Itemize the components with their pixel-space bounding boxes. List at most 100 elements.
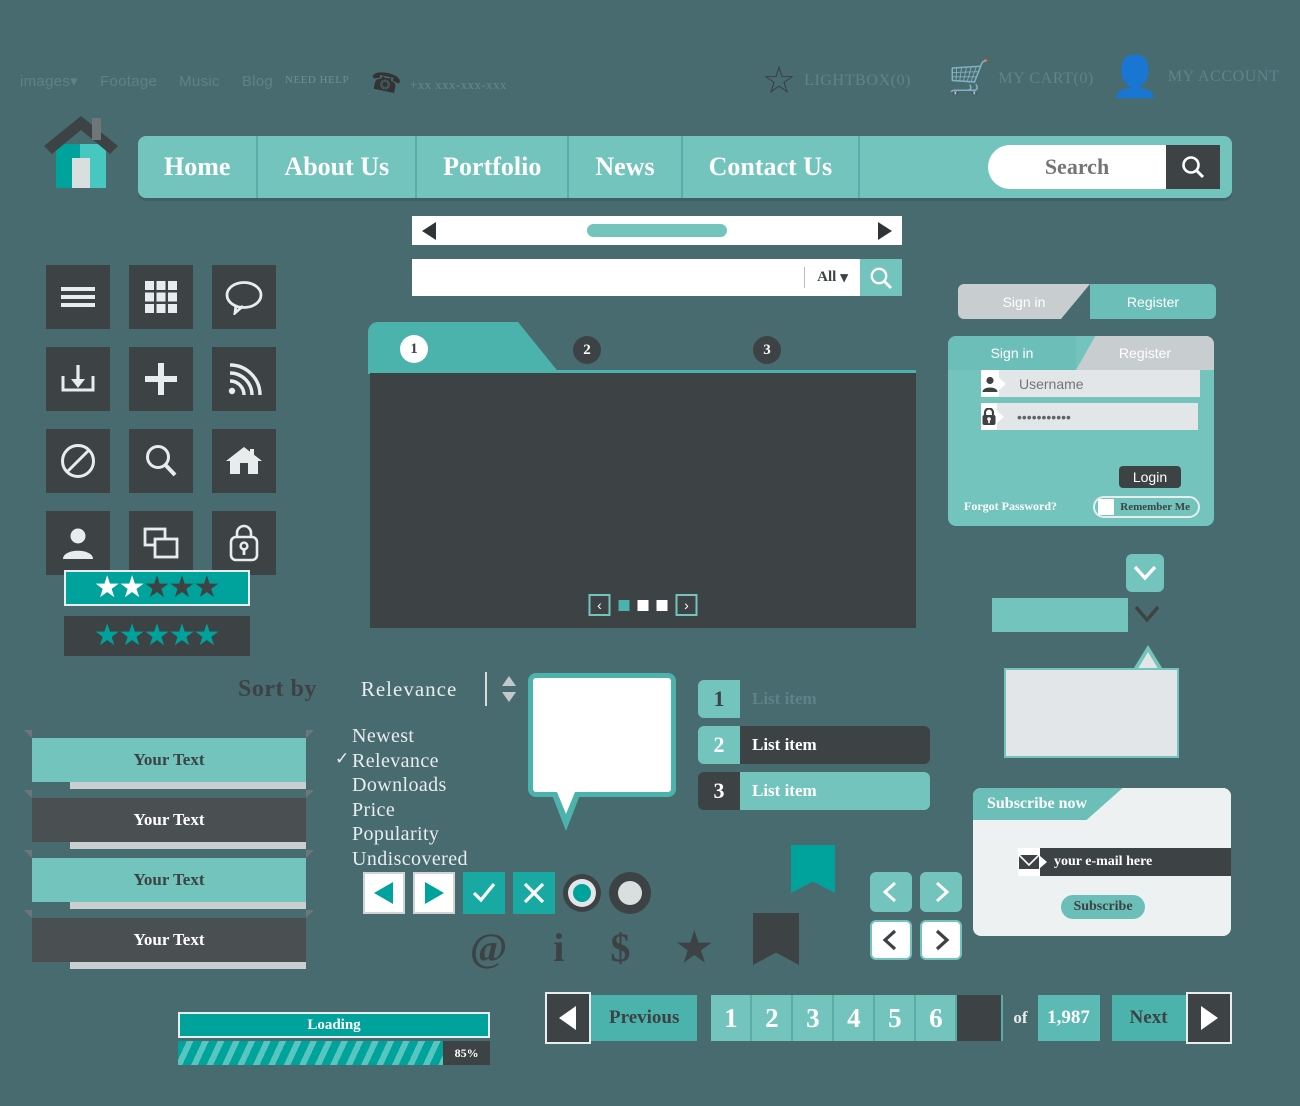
email-input[interactable] <box>1040 848 1231 876</box>
chevron-right-icon[interactable] <box>920 920 962 960</box>
star-rating-light-on-teal[interactable]: ★ ★ ★ ★ ★ <box>64 570 250 606</box>
nav-item-about-us[interactable]: About Us <box>258 136 418 198</box>
forgot-password-link[interactable]: Forgot Password? <box>964 499 1057 514</box>
nav-item-portfolio[interactable]: Portfolio <box>417 136 570 198</box>
star-rating-teal-on-dark[interactable]: ★ ★ ★ ★ ★ <box>64 616 250 656</box>
lock-icon[interactable] <box>212 511 276 575</box>
radio-selected-light-icon[interactable] <box>609 872 651 914</box>
copy-windows-icon[interactable] <box>129 511 193 575</box>
nav-item-home[interactable]: Home <box>138 136 259 198</box>
sort-option-newest[interactable]: Newest <box>352 724 468 749</box>
check-icon[interactable] <box>463 872 505 914</box>
tab-badge-2[interactable]: 2 <box>573 336 601 364</box>
search-scope-select[interactable]: All ▾ <box>805 259 860 296</box>
grid-view-icon[interactable] <box>129 265 193 329</box>
dropdown-bar[interactable] <box>992 598 1128 632</box>
play-forward-icon[interactable] <box>413 872 455 914</box>
slide-dot-2[interactable] <box>637 599 649 611</box>
star-empty-icon[interactable]: ★ <box>168 573 195 603</box>
star-empty-icon[interactable]: ★ <box>144 573 171 603</box>
sort-option-relevance[interactable]: ✓ Relevance <box>335 749 468 774</box>
ribbon-banner[interactable]: Your Text <box>24 790 314 850</box>
remember-me-checkbox[interactable]: Remember Me <box>1093 496 1200 518</box>
nav-search-input[interactable] <box>988 145 1166 189</box>
star-filled-icon[interactable]: ★ <box>168 621 195 651</box>
chevron-left-icon[interactable]: ‹ <box>588 594 611 616</box>
star-filled-icon[interactable]: ★ <box>676 928 712 968</box>
plus-icon[interactable] <box>129 347 193 411</box>
search-input[interactable] <box>412 259 804 296</box>
home-icon[interactable] <box>212 429 276 493</box>
chevron-right-icon[interactable] <box>920 872 962 912</box>
pagination-current-page[interactable] <box>957 995 1004 1041</box>
sort-option-downloads[interactable]: Downloads <box>352 773 468 798</box>
scrollbar-thumb[interactable] <box>587 224 727 237</box>
top-nav-link-images[interactable]: images▾ <box>20 72 78 90</box>
menu-hamburger-icon[interactable] <box>46 265 110 329</box>
horizontal-scrollbar[interactable] <box>412 216 902 245</box>
pagination-page-1[interactable]: 1 <box>711 995 753 1041</box>
star-empty-icon[interactable]: ★ <box>193 573 220 603</box>
sort-selected-value[interactable]: Relevance <box>361 677 457 702</box>
pagination-page-6[interactable]: 6 <box>916 995 958 1041</box>
play-back-icon[interactable] <box>363 872 405 914</box>
tab-sign-in[interactable]: Sign in <box>948 336 1076 370</box>
nav-item-news[interactable]: News <box>569 136 683 198</box>
search-magnifier-icon[interactable] <box>129 429 193 493</box>
nav-search-button[interactable] <box>1166 145 1220 189</box>
star-filled-icon[interactable]: ★ <box>144 621 171 651</box>
radio-selected-teal-icon[interactable] <box>563 874 601 912</box>
pagination-page-2[interactable]: 2 <box>752 995 794 1041</box>
subscribe-button[interactable]: Subscribe <box>1061 895 1145 919</box>
star-filled-icon[interactable]: ★ <box>193 621 220 651</box>
tab-badge-1[interactable]: 1 <box>400 335 428 363</box>
triangle-right-icon[interactable] <box>878 221 892 240</box>
pagination-previous-button[interactable]: Previous <box>591 995 698 1041</box>
bookmark-ribbon-dark[interactable] <box>753 913 799 965</box>
sort-option-popularity[interactable]: Popularity <box>352 822 468 847</box>
house-logo-icon[interactable] <box>36 110 126 190</box>
pagination-page-4[interactable]: 4 <box>834 995 876 1041</box>
star-filled-icon[interactable]: ★ <box>119 621 146 651</box>
info-icon[interactable]: i <box>553 928 564 968</box>
ribbon-banner[interactable]: Your Text <box>24 850 314 910</box>
login-button[interactable]: Login <box>1119 466 1181 488</box>
dollar-icon[interactable]: $ <box>610 928 630 968</box>
tab-badge-3[interactable]: 3 <box>753 336 781 364</box>
tab-register[interactable]: Register <box>1090 284 1216 319</box>
top-nav-link-footage[interactable]: Footage <box>100 73 157 90</box>
sort-option-price[interactable]: Price <box>352 798 468 823</box>
ribbon-banner[interactable]: Your Text <box>24 730 314 790</box>
triangle-left-icon[interactable] <box>422 221 436 240</box>
chevron-right-icon[interactable]: › <box>675 594 698 616</box>
close-x-icon[interactable] <box>513 872 555 914</box>
pagination-prev-arrow[interactable] <box>545 992 591 1044</box>
pagination-page-3[interactable]: 3 <box>793 995 835 1041</box>
star-filled-icon[interactable]: ★ <box>94 573 121 603</box>
chevron-left-icon[interactable] <box>870 920 912 960</box>
chevron-down-button[interactable] <box>1126 554 1164 592</box>
rss-feed-icon[interactable] <box>212 347 276 411</box>
chevron-down-icon[interactable] <box>1132 603 1162 630</box>
pagination-next-button[interactable]: Next <box>1111 995 1186 1041</box>
tab-sign-in[interactable]: Sign in <box>958 284 1090 319</box>
block-forbidden-icon[interactable] <box>46 429 110 493</box>
tab-register[interactable]: Register <box>1076 336 1214 370</box>
pagination-next-arrow[interactable] <box>1185 992 1232 1044</box>
sort-option-undiscovered[interactable]: Undiscovered <box>352 847 468 872</box>
chevron-left-icon[interactable] <box>870 872 912 912</box>
checkbox-box[interactable] <box>1098 499 1115 515</box>
star-filled-icon[interactable]: ★ <box>94 621 121 651</box>
list-item[interactable]: 2 List item <box>698 726 930 764</box>
chat-bubble-icon[interactable] <box>212 265 276 329</box>
download-icon[interactable] <box>46 347 110 411</box>
my-cart-button[interactable]: 🛒 MY CART(0) <box>948 62 1094 96</box>
bookmark-ribbon-teal[interactable] <box>791 845 835 893</box>
slide-dot-3[interactable] <box>656 599 668 611</box>
slide-dot-1[interactable] <box>618 599 630 611</box>
password-input[interactable] <box>997 403 1198 430</box>
list-item[interactable]: 3 List item <box>698 772 930 810</box>
updown-arrows-icon[interactable] <box>501 674 517 704</box>
list-item[interactable]: 1 List item <box>698 680 930 718</box>
at-sign-icon[interactable]: @ <box>470 928 507 968</box>
